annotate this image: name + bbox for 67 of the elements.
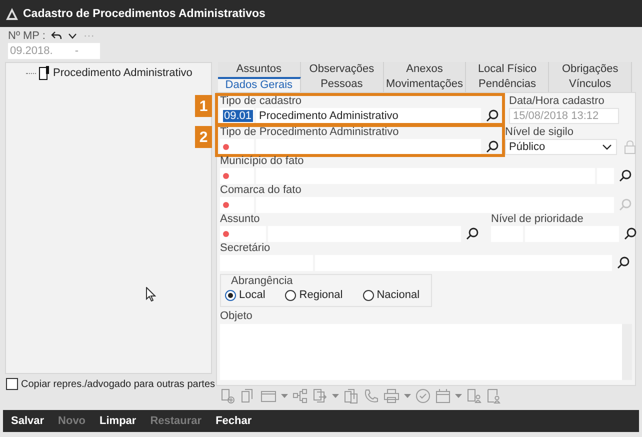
- document-icon: [39, 66, 50, 80]
- code-field[interactable]: [220, 226, 266, 242]
- caret-icon[interactable]: [455, 394, 462, 398]
- documents-icon[interactable]: [343, 388, 359, 404]
- field-label: Município do fato: [220, 155, 305, 167]
- field-label: Assunto: [220, 213, 261, 225]
- mp-label: Nº MP :: [8, 30, 46, 42]
- code-field[interactable]: 09.01: [220, 108, 254, 124]
- document-add-icon[interactable]: [220, 388, 236, 404]
- field-label: Tipo de cadastro: [220, 95, 303, 107]
- radio-button[interactable]: [285, 290, 296, 300]
- caret-icon[interactable]: [332, 394, 339, 398]
- radio-button[interactable]: [225, 290, 236, 300]
- field-label: Comarca do fato: [220, 184, 302, 196]
- tree-item[interactable]: Procedimento Administrativo: [53, 67, 192, 79]
- toolbar-button[interactable]: Fechar: [216, 415, 252, 427]
- dropdown[interactable]: Público: [505, 138, 617, 154]
- checkbox-label[interactable]: Copiar repres./advogado para outras partes: [21, 378, 216, 390]
- calendar-icon[interactable]: [435, 388, 451, 404]
- lock-icon: [624, 140, 636, 154]
- search-icon[interactable]: [486, 140, 499, 153]
- input-field[interactable]: [256, 138, 481, 154]
- document-person-icon[interactable]: [466, 388, 482, 404]
- window-title: Cadastro de Procedimentos Administrativos: [23, 8, 266, 20]
- document-transfer-icon[interactable]: [312, 388, 328, 404]
- field-label: Data/Hora cadastro: [509, 95, 606, 107]
- field-label: Nível de sigilo: [505, 126, 574, 138]
- field-label: Tipo de Procedimento Administrativo: [220, 126, 400, 138]
- toolbar-button[interactable]: Salvar: [11, 415, 44, 427]
- checkbox[interactable]: [6, 378, 18, 390]
- search-icon[interactable]: [466, 227, 479, 240]
- caret-icon[interactable]: [404, 394, 411, 398]
- window-icon[interactable]: [260, 388, 277, 404]
- chevron-down-icon[interactable]: [68, 32, 78, 38]
- input-field[interactable]: Procedimento Administrativo: [256, 108, 481, 124]
- radio-button[interactable]: [362, 290, 374, 300]
- field-label: Objeto: [220, 310, 254, 322]
- search-icon[interactable]: [617, 256, 630, 269]
- tab[interactable]: Anexos: [384, 62, 466, 77]
- code-field[interactable]: [220, 168, 254, 184]
- search-icon[interactable]: [619, 169, 632, 182]
- group-label: Abrangência: [230, 275, 294, 287]
- caret-icon[interactable]: [281, 394, 288, 398]
- tab[interactable]: Dados Gerais: [218, 77, 301, 92]
- field-label: Nível de prioridade: [491, 213, 584, 225]
- radio-label[interactable]: Local: [239, 289, 266, 301]
- search-icon[interactable]: [624, 227, 637, 240]
- phone-icon[interactable]: [363, 388, 379, 404]
- document-group-icon[interactable]: [486, 388, 502, 404]
- radio-label[interactable]: Nacional: [376, 289, 420, 301]
- chevron-down-icon: [602, 144, 612, 150]
- callout-number: 2: [195, 126, 212, 148]
- hierarchy-icon[interactable]: [292, 388, 308, 404]
- toolbar-button[interactable]: Limpar: [100, 415, 136, 427]
- code-field[interactable]: [220, 196, 254, 212]
- code-field[interactable]: [220, 138, 254, 154]
- undo-icon[interactable]: [51, 31, 62, 40]
- field-label: Secretário: [220, 242, 272, 254]
- search-icon[interactable]: [486, 109, 499, 122]
- cursor-icon: [146, 287, 156, 302]
- check-circle-icon[interactable]: [415, 388, 431, 404]
- tab[interactable]: Movimentações: [384, 77, 466, 92]
- printer-icon[interactable]: [383, 388, 400, 404]
- callout-number: 1: [195, 95, 212, 117]
- date-field: 15/08/2018 13:12: [509, 108, 619, 124]
- app-logo-icon: [6, 8, 18, 20]
- radio-label[interactable]: Regional: [299, 289, 343, 301]
